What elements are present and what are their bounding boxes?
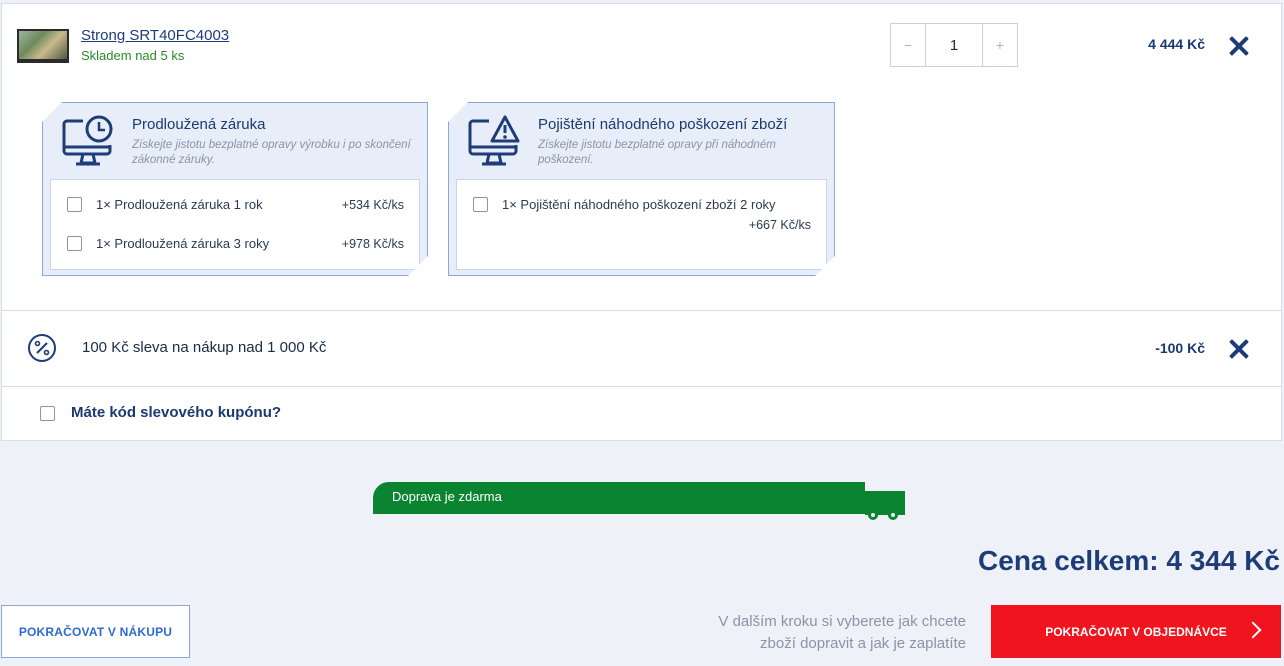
continue-order-label: POKRAČOVAT V OBJEDNÁVCE xyxy=(1045,624,1227,639)
service-option[interactable]: 1× Pojištění náhodného poškození zboží 2… xyxy=(457,194,826,216)
discount-label: 100 Kč sleva na nákup nad 1 000 Kč xyxy=(82,339,327,356)
option-label: 1× Prodloužená záruka 1 rok xyxy=(96,197,263,212)
remove-discount-icon[interactable] xyxy=(1229,339,1249,359)
card-corner xyxy=(448,102,476,130)
next-step-note: V dalším kroku si vyberete jak chcete zb… xyxy=(718,613,966,652)
chevron-right-icon xyxy=(1244,621,1262,639)
service-card-insurance: Pojištění náhodného poškození zboží Získ… xyxy=(448,102,835,276)
service-description: Získejte jistotu bezplatné opravy při ná… xyxy=(538,139,776,166)
service-title: Prodloužená záruka xyxy=(132,116,266,133)
option-price: +667 Kč/ks xyxy=(748,218,811,232)
option-price: +534 Kč/ks xyxy=(341,198,404,212)
discount-price: -100 Kč xyxy=(1155,340,1205,356)
service-description: Získejte jistotu bezplatné opravy výrobk… xyxy=(132,139,411,166)
service-title: Pojištění náhodného poškození zboží xyxy=(538,116,788,133)
service-options: 1× Prodloužená záruka 1 rok +534 Kč/ks 1… xyxy=(50,179,420,270)
divider xyxy=(2,310,1281,311)
remove-product-icon[interactable] xyxy=(1229,36,1249,56)
service-card-warranty: Prodloužená záruka Získejte jistotu bezp… xyxy=(42,102,428,276)
option-label: 1× Pojištění náhodného poškození zboží 2… xyxy=(502,197,776,212)
qty-input[interactable]: 1 xyxy=(925,24,983,66)
continue-shopping-button[interactable]: POKRAČOVAT V NÁKUPU xyxy=(1,605,190,658)
coupon-checkbox[interactable] xyxy=(40,406,55,421)
cart-total: Cena celkem: 4 344 Kč xyxy=(978,545,1280,576)
service-option[interactable]: 1× Prodloužená záruka 1 rok +534 Kč/ks xyxy=(51,194,419,216)
continue-order-button[interactable]: POKRAČOVAT V OBJEDNÁVCE xyxy=(991,605,1281,658)
card-corner xyxy=(42,102,70,130)
product-thumbnail[interactable] xyxy=(17,29,69,63)
option-checkbox[interactable] xyxy=(67,236,82,251)
divider xyxy=(2,386,1281,387)
percent-icon xyxy=(28,334,56,362)
option-price: +978 Kč/ks xyxy=(341,237,404,251)
service-option[interactable]: 1× Prodloužená záruka 3 roky +978 Kč/ks xyxy=(51,233,419,255)
cart-panel: Strong SRT40FC4003 Skladem nad 5 ks − 1 … xyxy=(1,3,1282,441)
service-options: 1× Pojištění náhodného poškození zboží 2… xyxy=(456,179,827,270)
option-label: 1× Prodloužená záruka 3 roky xyxy=(96,236,270,251)
product-price: 4 444 Kč xyxy=(1148,36,1205,52)
card-corner xyxy=(807,248,835,276)
option-checkbox[interactable] xyxy=(67,197,82,212)
coupon-label[interactable]: Máte kód slevového kupónu? xyxy=(71,404,281,421)
qty-decrease-button[interactable]: − xyxy=(891,24,925,66)
qty-increase-button[interactable]: + xyxy=(983,24,1017,66)
free-shipping-label: Doprava je zdarma xyxy=(392,489,502,504)
quantity-stepper: − 1 + xyxy=(890,23,1018,67)
card-corner xyxy=(400,248,428,276)
option-checkbox[interactable] xyxy=(473,197,488,212)
stock-status: Skladem nad 5 ks xyxy=(81,48,185,63)
product-name-link[interactable]: Strong SRT40FC4003 xyxy=(81,27,229,44)
